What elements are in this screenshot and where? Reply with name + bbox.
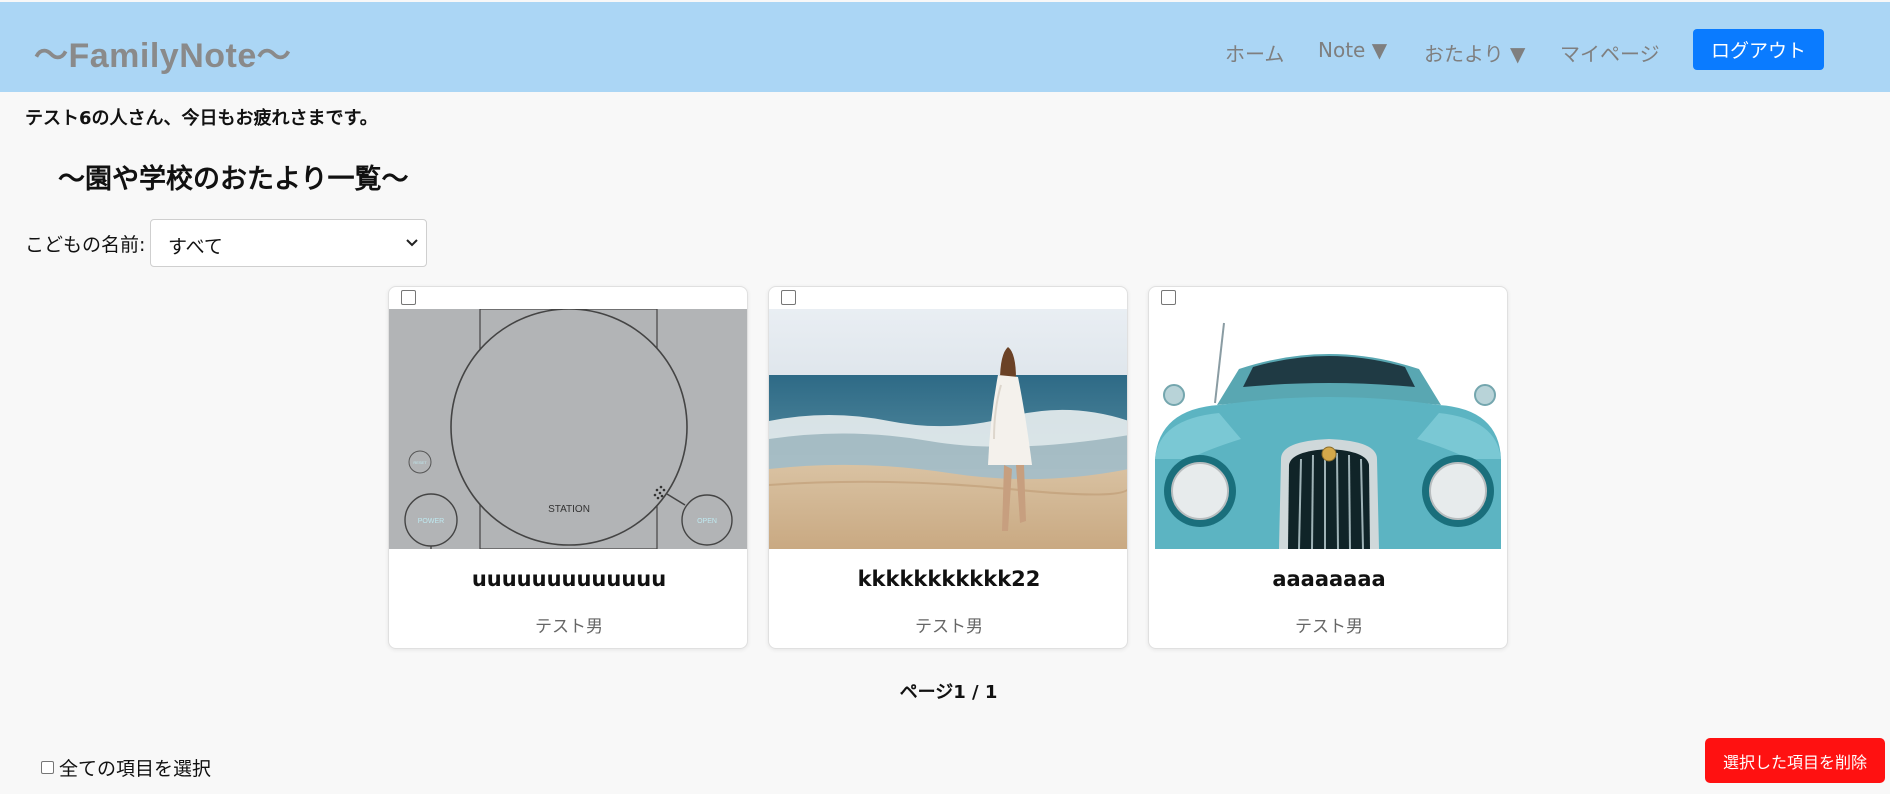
select-all-box[interactable] xyxy=(41,760,54,774)
newsletter-card[interactable]: aaaaaaaa テスト男 xyxy=(1148,286,1508,649)
console-station-text: STATION xyxy=(548,504,590,515)
child-filter-label: こどもの名前: xyxy=(25,234,146,256)
card-child-name: テスト男 xyxy=(535,617,603,637)
nav-otayori-dropdown[interactable]: おたより ▼ xyxy=(1424,38,1525,66)
card-child-name: テスト男 xyxy=(915,617,983,637)
card-title: kkkkkkkkkkk22 xyxy=(857,567,1041,591)
card-title: uuuuuuuuuuuuu xyxy=(471,567,667,591)
nav-mypage-link[interactable]: マイページ xyxy=(1560,38,1660,66)
card-checkbox[interactable] xyxy=(1161,290,1176,305)
delete-selected-button[interactable]: 選択した項目を削除 xyxy=(1705,738,1885,783)
nav-home-link[interactable]: ホーム xyxy=(1225,38,1284,66)
select-all-label[interactable]: 全ての項目を選択 xyxy=(59,754,211,781)
nav-note-dropdown[interactable]: Note ▼ xyxy=(1318,38,1387,62)
card-image-game-console[interactable]: STATION POWER OPEN RESET xyxy=(389,309,748,549)
child-filter-select[interactable]: すべて xyxy=(150,219,427,267)
pagination-indicator: ページ1 / 1 xyxy=(899,682,998,703)
page-title: 〜園や学校のおたより一覧〜 xyxy=(58,164,409,195)
card-child-name: テスト男 xyxy=(1295,617,1363,637)
console-reset-text: RESET xyxy=(413,460,427,465)
console-open-text: OPEN xyxy=(697,518,717,525)
card-image-car-photo[interactable] xyxy=(1149,309,1508,549)
child-filter-value: すべて xyxy=(168,236,223,258)
logout-button[interactable]: ログアウト xyxy=(1693,29,1824,70)
greeting-text: テスト6の人さん、今日もお疲れさまです。 xyxy=(25,108,378,129)
card-title: aaaaaaaa xyxy=(1272,567,1386,591)
newsletter-card[interactable]: STATION POWER OPEN RESET uuuuuuuuuuuuu テ… xyxy=(388,286,748,649)
card-checkbox[interactable] xyxy=(781,290,796,305)
select-all-checkbox[interactable]: 全ての項目を選択 xyxy=(41,754,211,781)
console-power-text: POWER xyxy=(418,518,444,525)
chevron-down-icon xyxy=(406,239,418,247)
top-navbar: 〜FamilyNote〜 ホーム Note ▼ おたより ▼ マイページ ログア… xyxy=(0,2,1890,92)
site-logo[interactable]: 〜FamilyNote〜 xyxy=(34,28,291,77)
newsletter-card[interactable]: kkkkkkkkkkk22 テスト男 xyxy=(768,286,1128,649)
card-image-beach-photo[interactable] xyxy=(769,309,1128,549)
card-checkbox[interactable] xyxy=(401,290,416,305)
